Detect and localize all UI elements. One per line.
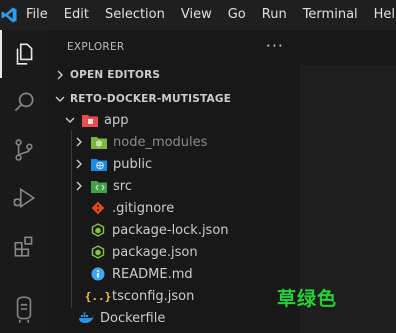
menu-file[interactable]: File xyxy=(18,0,56,30)
tree-item-public[interactable]: public xyxy=(48,153,300,175)
chevron-right-icon xyxy=(76,159,82,169)
info-icon xyxy=(90,266,106,282)
tree-item-src[interactable]: src xyxy=(48,175,300,197)
search-icon[interactable] xyxy=(0,78,48,126)
vscode-logo-icon[interactable] xyxy=(0,0,18,30)
open-editors-label: OPEN EDITORS xyxy=(70,69,161,81)
tree-item-label: .gitignore xyxy=(112,200,175,216)
chevron-right-icon xyxy=(76,181,82,191)
menu-edit[interactable]: Edit xyxy=(56,0,97,30)
workspace-folder-section[interactable]: RETO-DOCKER-MUTISTAGE xyxy=(48,88,300,110)
folder-public-icon xyxy=(91,156,107,172)
tree-item-readme[interactable]: README.md xyxy=(48,263,300,285)
tree-item-package-lock[interactable]: package-lock.json xyxy=(48,219,300,241)
tree-item-app[interactable]: app xyxy=(48,109,300,131)
tree-item-package-json[interactable]: package.json xyxy=(48,241,300,263)
explorer-header: EXPLORER ··· xyxy=(48,30,300,64)
menu-help[interactable]: Help xyxy=(366,0,396,30)
docker-file-icon xyxy=(78,310,94,326)
docker-icon[interactable] xyxy=(0,285,48,333)
tree-item-dockerfile[interactable]: Dockerfile xyxy=(48,307,300,329)
nodejs-icon xyxy=(90,222,106,238)
watermark-text: 草绿色 xyxy=(277,288,338,310)
tree-item-label: Dockerfile xyxy=(100,310,166,326)
editor-tab-strip xyxy=(300,30,396,65)
tree-item-node-modules[interactable]: node_modules xyxy=(48,131,300,153)
tree-item-label: public xyxy=(113,156,153,172)
open-editors-section[interactable]: OPEN EDITORS xyxy=(48,64,300,86)
tree-item-label: README.md xyxy=(112,266,193,282)
explorer-sidebar: EXPLORER ··· OPEN EDITORS RETO-DOCKER-MU… xyxy=(48,30,300,333)
extensions-icon[interactable] xyxy=(0,222,48,270)
explorer-title: EXPLORER xyxy=(67,41,125,53)
json-braces-icon: {..} xyxy=(84,289,112,303)
run-debug-icon[interactable] xyxy=(0,174,48,222)
files-icon[interactable] xyxy=(0,30,48,78)
chevron-right-icon xyxy=(57,70,63,80)
nodejs-icon xyxy=(90,244,106,260)
menu-view[interactable]: View xyxy=(173,0,220,30)
menu-terminal[interactable]: Terminal xyxy=(295,0,366,30)
more-actions-button[interactable]: ··· xyxy=(266,36,284,55)
menu-run[interactable]: Run xyxy=(254,0,295,30)
chevron-down-icon xyxy=(55,96,65,102)
tree-item-tsconfig[interactable]: {..} tsconfig.json xyxy=(48,285,300,307)
tree-item-label: package.json xyxy=(112,244,198,260)
workspace-folder-label: RETO-DOCKER-MUTISTAGE xyxy=(70,93,232,105)
tree-item-label: app xyxy=(104,112,129,128)
folder-src-icon xyxy=(91,178,107,194)
chevron-right-icon xyxy=(76,137,82,147)
source-control-icon[interactable] xyxy=(0,126,48,174)
tree-item-label: src xyxy=(113,178,132,194)
tree-item-label: tsconfig.json xyxy=(112,288,195,304)
tree-item-gitignore[interactable]: .gitignore xyxy=(48,197,300,219)
menu-selection[interactable]: Selection xyxy=(97,0,173,30)
folder-app-icon xyxy=(82,112,98,128)
chevron-down-icon xyxy=(65,117,75,123)
menu-go[interactable]: Go xyxy=(220,0,254,30)
folder-node-icon xyxy=(91,134,107,150)
git-icon xyxy=(90,200,106,216)
title-bar: File Edit Selection View Go Run Terminal… xyxy=(0,0,396,30)
tree-item-label: package-lock.json xyxy=(112,222,229,238)
tree-item-label: node_modules xyxy=(113,134,208,150)
activity-bar xyxy=(0,30,48,333)
